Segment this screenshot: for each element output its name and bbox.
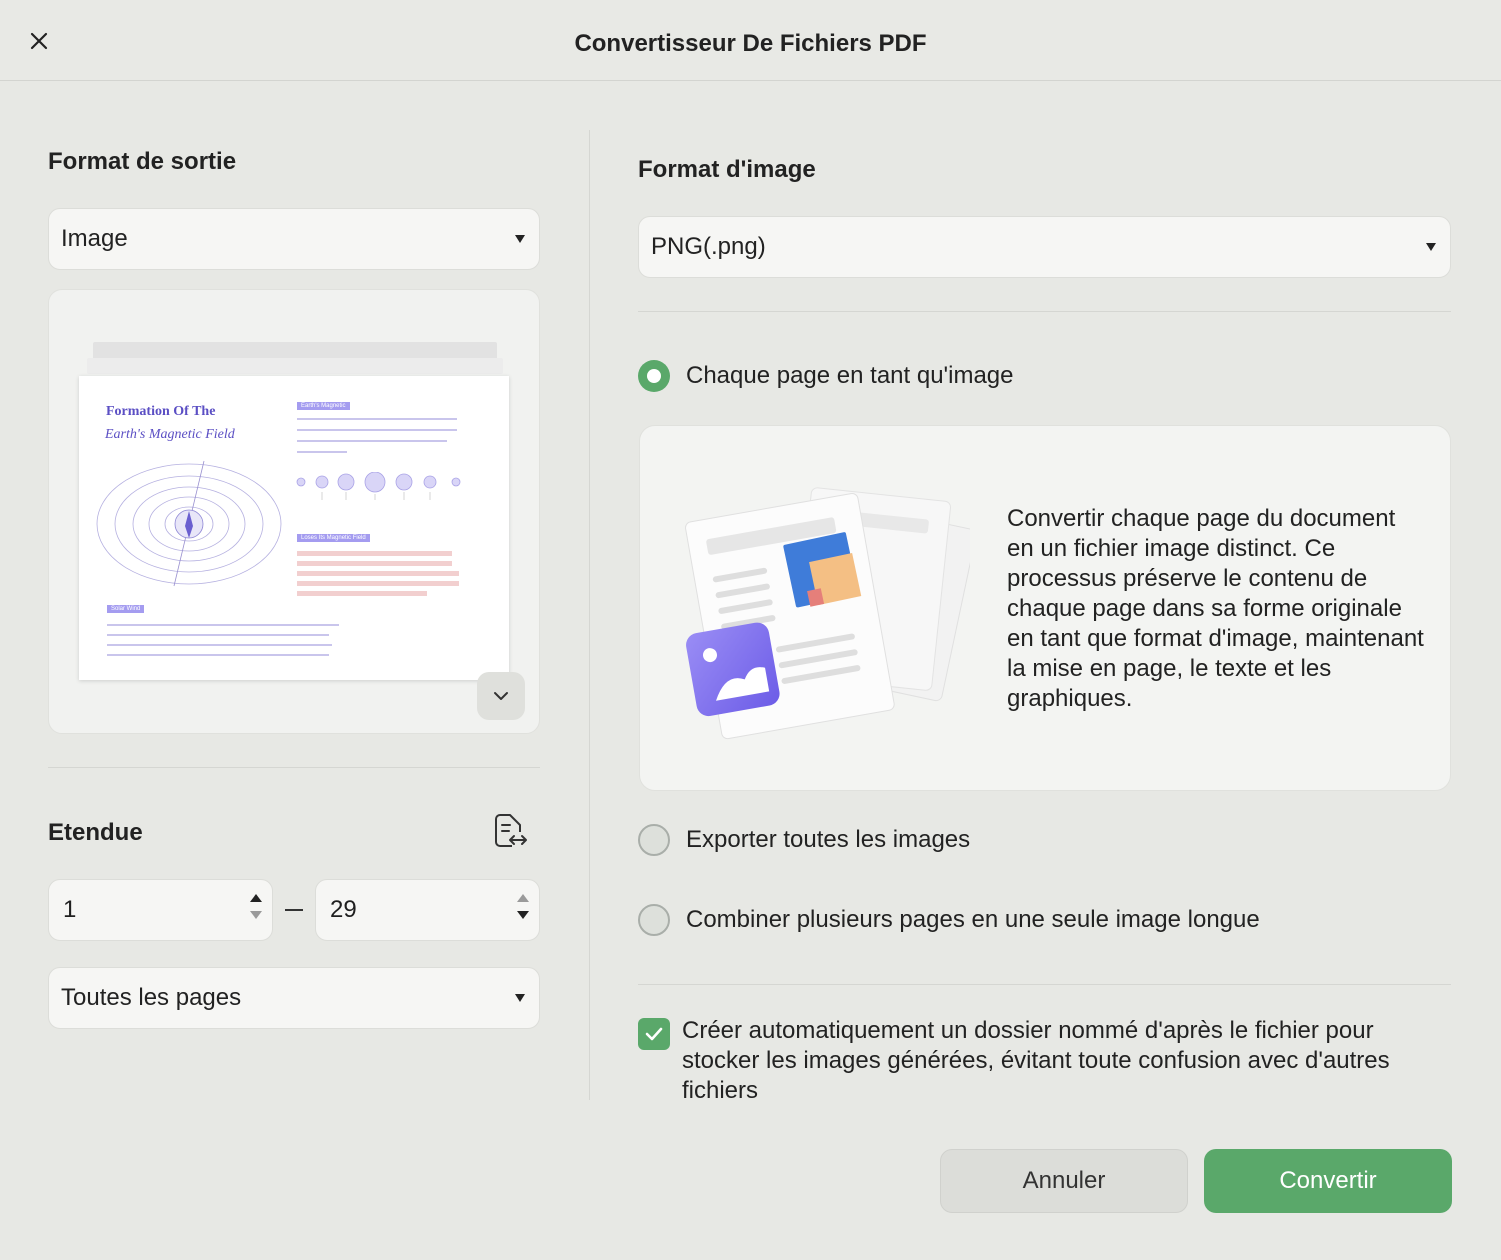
magnetic-field-illustration <box>96 460 282 587</box>
output-format-select[interactable]: Image <box>48 208 540 270</box>
preview-page: Formation Of The Earth's Magnetic Field … <box>79 376 509 680</box>
auto-folder-option: Créer automatiquement un dossier nommé d… <box>638 1016 1448 1100</box>
preview-tag-earths-magnetic: Earth's Magnetic <box>297 402 350 410</box>
checkmark-icon <box>645 1027 663 1041</box>
radio-combine[interactable] <box>638 904 670 936</box>
panel-divider <box>589 130 590 1100</box>
expand-preview-button[interactable] <box>477 672 525 720</box>
option-export-all-images[interactable]: Exporter toutes les images <box>638 824 970 856</box>
output-format-value: Image <box>61 225 128 252</box>
option-description-card: Convertir chaque page du document en un … <box>639 425 1451 791</box>
pages-select[interactable]: Toutes les pages <box>48 967 540 1029</box>
option-label: Combiner plusieurs pages en une seule im… <box>686 906 1260 933</box>
range-to-stepper[interactable]: 29 <box>315 879 540 941</box>
range-from-value: 1 <box>63 896 77 923</box>
page-to-image-illustration <box>685 487 970 740</box>
image-format-select[interactable]: PNG(.png) <box>638 216 1451 278</box>
preview-tag-solar-wind: Solar Wind <box>107 605 145 613</box>
left-divider <box>48 767 540 768</box>
pages-select-value: Toutes les pages <box>61 984 242 1011</box>
increment-to-icon[interactable] <box>517 894 529 902</box>
caret-down-icon <box>1426 243 1436 251</box>
caret-down-icon <box>515 235 525 243</box>
radio-each-page[interactable] <box>638 360 670 392</box>
planets-illustration <box>296 472 461 500</box>
chevron-down-icon <box>494 692 508 700</box>
document-swap-icon <box>495 814 527 847</box>
right-divider-bottom <box>638 984 1451 985</box>
range-from-stepper[interactable]: 1 <box>48 879 273 941</box>
option-description-text: Convertir chaque page du document en un … <box>1007 505 1424 712</box>
page-stack-middle <box>87 358 503 374</box>
caret-down-icon <box>515 994 525 1002</box>
image-format-label: Format d'image <box>638 156 816 183</box>
auto-folder-label: Créer automatiquement un dossier nommé d… <box>682 1017 1390 1100</box>
output-format-label: Format de sortie <box>48 148 237 175</box>
preview-doc-subtitle: Earth's Magnetic Field <box>105 427 235 442</box>
radio-export-all[interactable] <box>638 824 670 856</box>
cancel-button[interactable]: Annuler <box>940 1149 1188 1213</box>
increment-from-icon[interactable] <box>250 894 262 902</box>
decrement-to-icon[interactable] <box>517 911 529 919</box>
preview-bottom-lines <box>107 624 339 656</box>
decrement-from-icon[interactable] <box>250 911 262 919</box>
preview-highlight-lines <box>297 551 459 596</box>
window-title: Convertisseur De Fichiers PDF <box>574 30 927 57</box>
document-preview: Formation Of The Earth's Magnetic Field … <box>48 289 540 734</box>
right-divider-top <box>638 311 1451 312</box>
auto-folder-checkbox[interactable] <box>638 1018 670 1050</box>
range-to-value: 29 <box>330 896 357 923</box>
option-label: Chaque page en tant qu'image <box>686 362 1014 389</box>
option-each-page-as-image[interactable]: Chaque page en tant qu'image <box>638 360 1014 392</box>
title-bar: Convertisseur De Fichiers PDF <box>0 0 1501 81</box>
preview-tag-loses-field: Loses Its Magnetic Field <box>297 534 370 542</box>
convert-button[interactable]: Convertir <box>1204 1149 1452 1213</box>
page-range-swap-button[interactable] <box>490 812 530 852</box>
preview-doc-title: Formation Of The <box>106 404 216 419</box>
range-label: Etendue <box>48 819 143 846</box>
preview-paragraph-lines <box>297 418 457 453</box>
option-combine-pages[interactable]: Combiner plusieurs pages en une seule im… <box>638 904 1260 936</box>
image-format-value: PNG(.png) <box>651 233 766 260</box>
option-label: Exporter toutes les images <box>686 826 971 853</box>
range-separator <box>285 909 303 911</box>
